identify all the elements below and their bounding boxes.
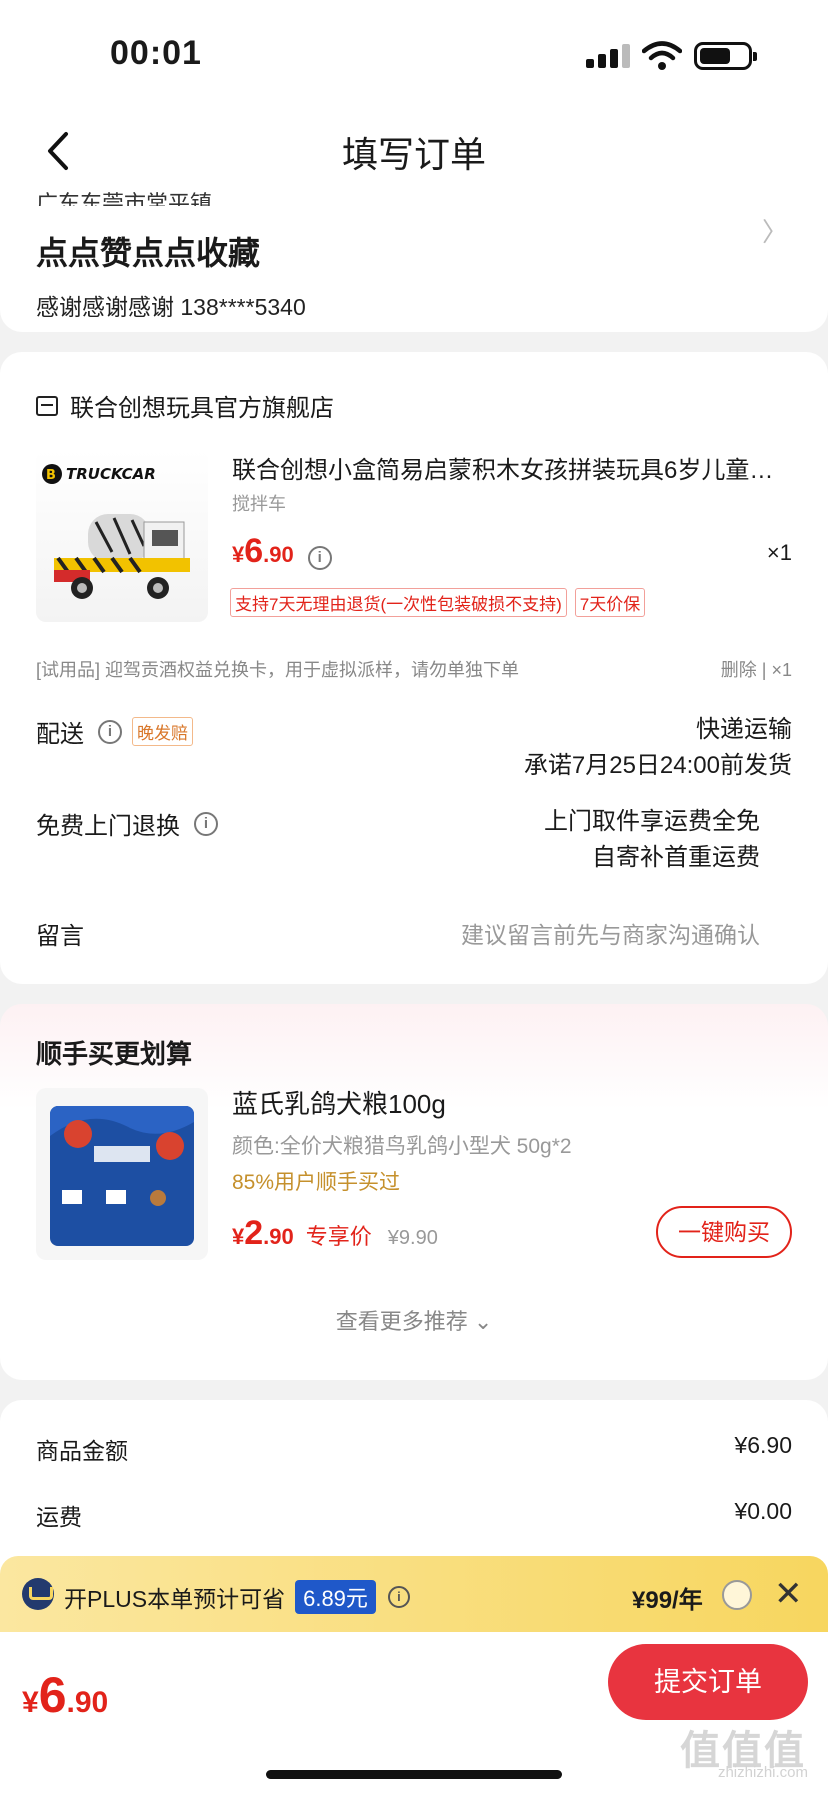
receiver-name: 点点赞点点收藏 bbox=[36, 235, 261, 271]
trial-note: [试用品] 迎驾贡酒权益兑换卡，用于虚拟派样，请勿单独下单 bbox=[36, 660, 520, 680]
product-price: ¥ 6 .90 i bbox=[232, 532, 332, 571]
price-integer: 2 bbox=[244, 1214, 264, 1252]
price-decimal: .90 bbox=[263, 542, 294, 567]
total-price: ¥ 6 .90 bbox=[22, 1666, 108, 1724]
home-indicator[interactable] bbox=[266, 1770, 562, 1779]
return-line2: 自寄补首重运费 bbox=[592, 844, 760, 871]
see-more-button[interactable]: 查看更多推荐 ⌄ bbox=[0, 1304, 828, 1336]
svg-text:B: B bbox=[46, 468, 56, 483]
status-time: 00:01 bbox=[110, 34, 202, 72]
product-image-brand: TRUCKCAR bbox=[66, 465, 156, 483]
plus-save-amount: 6.89元 bbox=[295, 1580, 376, 1614]
receiver-contact: 感谢感谢感谢 138****5340 bbox=[36, 294, 306, 320]
recommend-card: 顺手买更划算 蓝氏乳鸽犬粮100g 颜色:全价犬粮猎鸟乳鸽小型犬 50g*2 8… bbox=[0, 1004, 828, 1380]
store-header[interactable]: 联合创想玩具官方旗舰店 bbox=[36, 388, 334, 423]
late-compensation-badge: 晚发赔 bbox=[132, 717, 193, 746]
message-label-text: 留言 bbox=[36, 923, 84, 950]
plus-select-radio[interactable] bbox=[722, 1580, 752, 1610]
recommend-image[interactable] bbox=[36, 1088, 208, 1260]
checkout-bar: ¥ 6 .90 提交订单 值值值 zhizhizhi.com bbox=[0, 1632, 828, 1795]
delivery-label: 配送 bbox=[36, 721, 84, 748]
delivery-info[interactable]: 快递运输 承诺7月25日24:00前发货 bbox=[524, 712, 792, 784]
plus-text-row: 开PLUS本单预计可省 6.89元 i bbox=[64, 1580, 410, 1614]
original-price: ¥9.90 bbox=[387, 1227, 438, 1249]
tag-return-policy: 支持7天无理由退货(一次性包装破损不支持) bbox=[230, 588, 567, 617]
price-currency: ¥ bbox=[232, 1224, 245, 1249]
price-decimal: .90 bbox=[263, 1224, 294, 1249]
recommend-spec: 颜色:全价犬粮猎鸟乳鸽小型犬 50g*2 bbox=[232, 1135, 572, 1158]
delivery-method: 快递运输 bbox=[696, 716, 792, 743]
store-icon bbox=[36, 395, 58, 416]
store-name: 联合创想玩具官方旗舰店 bbox=[70, 395, 334, 422]
recommend-price: ¥ 2 .90 专享价 ¥9.90 bbox=[232, 1214, 438, 1253]
info-icon[interactable]: i bbox=[307, 546, 332, 570]
trial-delete-button[interactable]: 删除 | ×1 bbox=[721, 656, 792, 682]
message-input[interactable]: 建议留言前先与商家沟通确认 bbox=[461, 916, 760, 950]
wifi-icon bbox=[642, 41, 682, 70]
return-info[interactable]: 上门取件享运费全免 自寄补首重运费 bbox=[544, 804, 760, 876]
freight-label: 运费 bbox=[36, 1504, 82, 1530]
goods-amount-label: 商品金额 bbox=[36, 1438, 128, 1464]
return-label: 免费上门退换 bbox=[36, 813, 180, 840]
plus-price: ¥99/年 bbox=[632, 1587, 703, 1614]
delivery-promise: 承诺7月25日24:00前发货 bbox=[523, 752, 792, 779]
goods-amount-row: 商品金额 ¥6.90 bbox=[36, 1432, 792, 1466]
recommend-sold: 85%用户顺手买过 bbox=[232, 1171, 401, 1194]
battery-icon bbox=[694, 42, 757, 70]
submit-order-button[interactable]: 提交订单 bbox=[608, 1644, 808, 1720]
return-line1: 上门取件享运费全免 bbox=[544, 808, 760, 835]
one-click-buy-button[interactable]: 一键购买 bbox=[656, 1206, 792, 1258]
product-title[interactable]: 联合创想小盒简易启蒙积木女孩拼装玩具6岁儿童益智 bbox=[232, 450, 792, 485]
product-spec: 搅拌车 bbox=[232, 494, 286, 514]
watermark-url: zhizhizhi.com bbox=[717, 1764, 808, 1781]
product-quantity: ×1 bbox=[766, 540, 792, 565]
nav-bar: 填写订单 bbox=[0, 110, 828, 192]
close-icon[interactable]: ✕ bbox=[774, 1574, 803, 1614]
price-integer: 6 bbox=[244, 532, 264, 570]
status-bar: 00:01 bbox=[0, 0, 828, 110]
freight-row: 运费 ¥0.00 bbox=[36, 1498, 792, 1532]
chevron-right-icon: 〉 bbox=[761, 217, 788, 247]
info-icon[interactable]: i bbox=[194, 811, 218, 836]
exclusive-price-label: 专享价 bbox=[305, 1224, 372, 1249]
info-icon[interactable]: i bbox=[98, 719, 122, 744]
total-integer: 6 bbox=[38, 1667, 67, 1723]
price-currency: ¥ bbox=[232, 542, 245, 567]
store-card: 联合创想玩具官方旗舰店 B TRUCKCAR 联合创想小盒简易启蒙积木女孩拼装玩… bbox=[0, 352, 828, 984]
recommend-title: 顺手买更划算 bbox=[36, 1039, 193, 1069]
freight-value: ¥0.00 bbox=[734, 1498, 792, 1524]
address-card[interactable]: 广东东莞市常平镇 点点赞点点收藏 感谢感谢感谢 138****5340 〉 bbox=[0, 191, 828, 332]
tag-price-protect: 7天价保 bbox=[574, 588, 646, 617]
address-line: 广东东莞市常平镇 bbox=[36, 191, 213, 206]
product-image[interactable]: B TRUCKCAR bbox=[36, 450, 208, 622]
page-title: 填写订单 bbox=[341, 134, 486, 175]
recommend-name[interactable]: 蓝氏乳鸽犬粮100g bbox=[232, 1084, 446, 1121]
plus-text: 开PLUS本单预计可省 bbox=[64, 1586, 286, 1612]
goods-amount-value: ¥6.90 bbox=[734, 1432, 792, 1458]
message-label: 留言 bbox=[36, 916, 84, 951]
return-label-row: 免费上门退换 i bbox=[36, 806, 218, 841]
total-currency: ¥ bbox=[22, 1686, 39, 1719]
plus-crown-icon bbox=[22, 1578, 54, 1610]
total-decimal: .90 bbox=[66, 1686, 109, 1719]
info-icon[interactable]: i bbox=[387, 1586, 410, 1608]
delivery-label-row: 配送 i 晚发赔 bbox=[36, 714, 193, 749]
signal-icon bbox=[586, 44, 630, 68]
plus-promo-bar[interactable]: 开PLUS本单预计可省 6.89元 i ¥99/年 ✕ bbox=[0, 1556, 828, 1634]
service-tags: 支持7天无理由退货(一次性包装破损不支持) 7天价保 bbox=[230, 588, 646, 617]
